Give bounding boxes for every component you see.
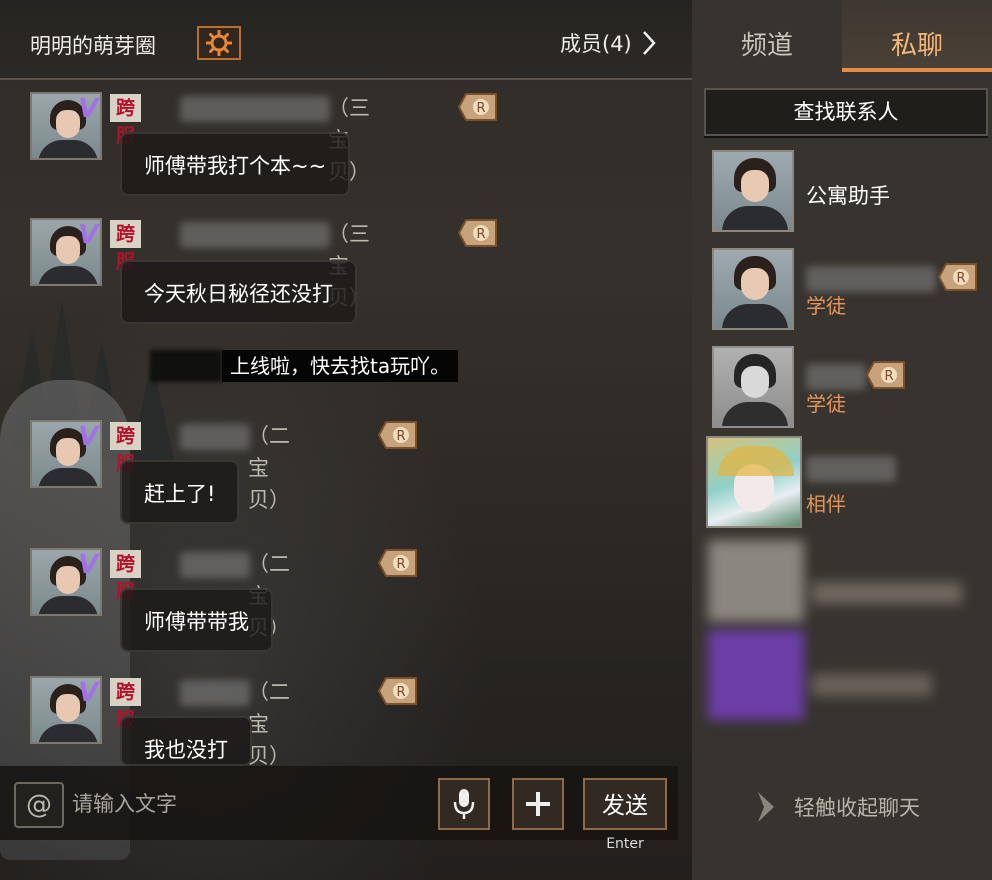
avatar[interactable]: V: [30, 420, 102, 488]
svg-text:R: R: [396, 557, 405, 572]
cross-server-badge: 跨服: [110, 422, 142, 475]
contact-item[interactable]: 相伴: [706, 436, 984, 528]
cross-server-badge: 跨服: [110, 678, 142, 731]
vip-mark-icon: V: [75, 220, 101, 250]
message-bubble: 今天秋日秘径还没打: [120, 260, 357, 324]
members-label: 成员(4): [560, 32, 632, 56]
group-settings-button[interactable]: [197, 26, 241, 60]
svg-text:R: R: [396, 429, 405, 444]
master-badge-icon: R: [378, 549, 417, 577]
cross-server-badge: 跨服: [110, 94, 142, 147]
svg-text:R: R: [476, 227, 485, 242]
avatar[interactable]: V: [30, 548, 102, 616]
sender-name-redacted: [180, 552, 250, 578]
arrow-right-icon: [758, 792, 774, 822]
contact-name-redacted: [806, 456, 896, 482]
svg-text:R: R: [396, 685, 405, 700]
contact-tag: 学徒: [806, 294, 846, 318]
send-button-label: 发送: [602, 793, 648, 819]
contact-avatar: [712, 150, 794, 232]
add-attachment-button[interactable]: [512, 778, 564, 830]
collapse-chat-button[interactable]: 轻触收起聊天: [754, 790, 920, 824]
message-input[interactable]: [72, 784, 412, 824]
voice-button[interactable]: [438, 778, 490, 830]
contact-tag: 相伴: [806, 492, 846, 516]
sender-name-redacted: [180, 424, 250, 450]
gear-icon: [206, 30, 232, 56]
plus-icon: [526, 792, 550, 816]
send-button[interactable]: 发送 Enter: [583, 778, 667, 852]
contact-tag: 学徒: [806, 392, 846, 416]
svg-text:R: R: [884, 369, 893, 384]
master-badge-icon: R: [938, 263, 977, 291]
message-bubble: 师傅带我打个本~~: [120, 132, 351, 196]
chat-header: 明明的萌芽圈 成员(4): [0, 0, 692, 80]
system-name-redacted: [150, 350, 222, 382]
sender-name-redacted: [180, 680, 250, 706]
vip-mark-icon: V: [75, 550, 101, 580]
group-title: 明明的萌芽圈: [30, 34, 156, 58]
avatar[interactable]: V: [30, 676, 102, 744]
chevron-right-icon: [642, 31, 656, 55]
contact-avatar: [712, 248, 794, 330]
system-notice: 上线啦，快去找ta玩吖。: [150, 350, 459, 382]
find-contact-button[interactable]: 查找联系人: [704, 88, 988, 136]
contact-avatar: [712, 346, 794, 428]
master-badge-icon: R: [458, 93, 497, 121]
contact-item-redacted[interactable]: [708, 630, 984, 720]
svg-text:R: R: [476, 101, 485, 116]
contact-name-redacted: [806, 364, 866, 390]
contact-name: 公寓助手: [806, 184, 890, 208]
vip-mark-icon: V: [75, 422, 101, 452]
message-bubble: 师傅带带我: [120, 588, 273, 652]
sender-name-redacted: [180, 96, 330, 122]
avatar[interactable]: V: [30, 92, 102, 160]
sender-relation: （二宝贝）: [248, 424, 290, 512]
contact-avatar: [706, 436, 802, 528]
master-badge-icon: R: [378, 677, 417, 705]
tab-channel[interactable]: 频道: [692, 0, 842, 72]
vip-mark-icon: V: [75, 94, 101, 124]
vip-mark-icon: V: [75, 678, 101, 708]
contact-item-redacted[interactable]: [708, 540, 984, 622]
sender-relation: （二宝贝）: [248, 680, 290, 768]
message-bubble: 赶上了!: [120, 460, 240, 524]
master-badge-icon: R: [378, 421, 417, 449]
message-bubble: 我也没打: [120, 716, 252, 766]
collapse-chat-label: 轻触收起聊天: [794, 796, 920, 820]
contact-item[interactable]: R 学徒: [712, 346, 984, 428]
master-badge-icon: R: [866, 361, 905, 389]
contacts-panel: 频道 私聊 查找联系人 公寓助手 R 学徒 R 学徒 相伴 轻触收起聊天: [692, 0, 992, 880]
avatar[interactable]: V: [30, 218, 102, 286]
members-button[interactable]: 成员(4): [560, 28, 656, 58]
sender-name-redacted: [180, 222, 330, 248]
contact-item[interactable]: 公寓助手: [712, 150, 984, 232]
cross-server-badge: 跨服: [110, 550, 142, 603]
cross-server-badge: 跨服: [110, 220, 142, 273]
send-shortcut-hint: Enter: [606, 836, 644, 852]
chat-input-bar: @ 发送 Enter: [0, 766, 678, 852]
master-badge-icon: R: [458, 219, 497, 247]
microphone-icon: [453, 789, 475, 819]
contact-item[interactable]: R 学徒: [712, 248, 984, 330]
svg-text:R: R: [956, 271, 965, 286]
tab-private-chat[interactable]: 私聊: [842, 0, 992, 72]
mention-button[interactable]: @: [14, 782, 64, 828]
contact-name-redacted: [806, 266, 936, 292]
system-notice-text: 上线啦，快去找ta玩吖。: [222, 350, 459, 382]
